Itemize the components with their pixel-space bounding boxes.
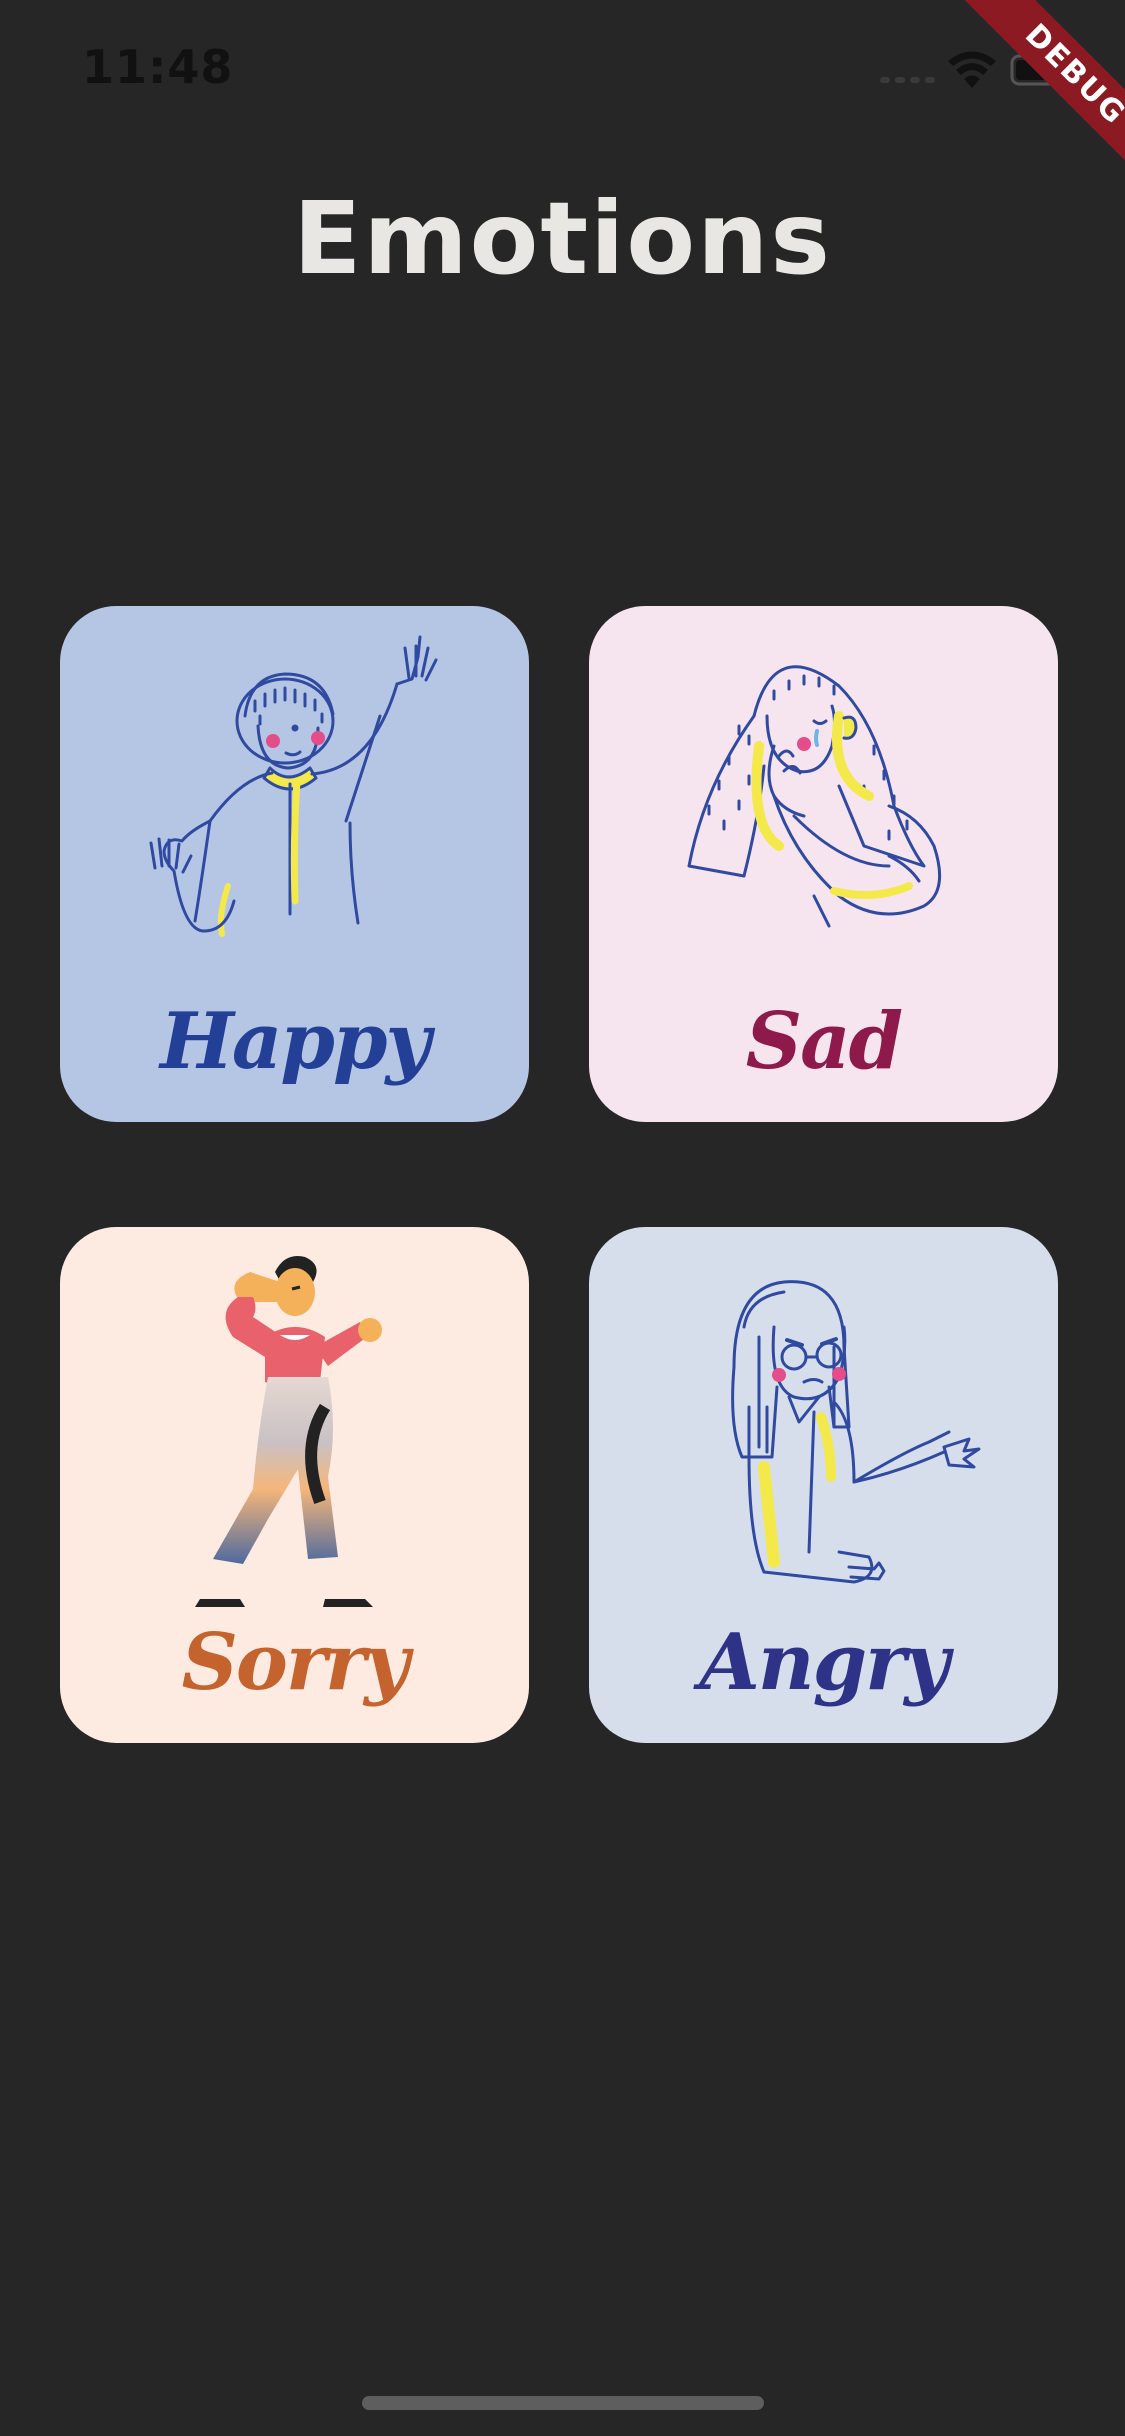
sad-person-illustration: [687, 665, 942, 928]
page-title: Emotions: [293, 180, 832, 297]
debug-banner: DEBUG: [925, 0, 1125, 200]
sorry-person-illustration: [195, 1256, 382, 1607]
card-label-angry: Angry: [699, 1617, 949, 1708]
card-label-happy: Happy: [160, 996, 431, 1087]
emotion-card-happy[interactable]: Happy: [60, 606, 529, 1122]
happy-person-illustration: [149, 635, 438, 937]
emotion-card-sorry[interactable]: Sorry: [60, 1227, 529, 1743]
status-time: 11:48: [82, 40, 234, 94]
home-indicator[interactable]: [362, 2396, 764, 2410]
emotion-card-angry[interactable]: Angry: [589, 1227, 1058, 1743]
emotion-card-sad[interactable]: Sad: [589, 606, 1058, 1122]
debug-banner-label: DEBUG: [951, 0, 1125, 199]
angry-person-illustration: [731, 1280, 981, 1584]
card-label-sad: Sad: [745, 996, 903, 1087]
card-label-sorry: Sorry: [181, 1617, 410, 1708]
